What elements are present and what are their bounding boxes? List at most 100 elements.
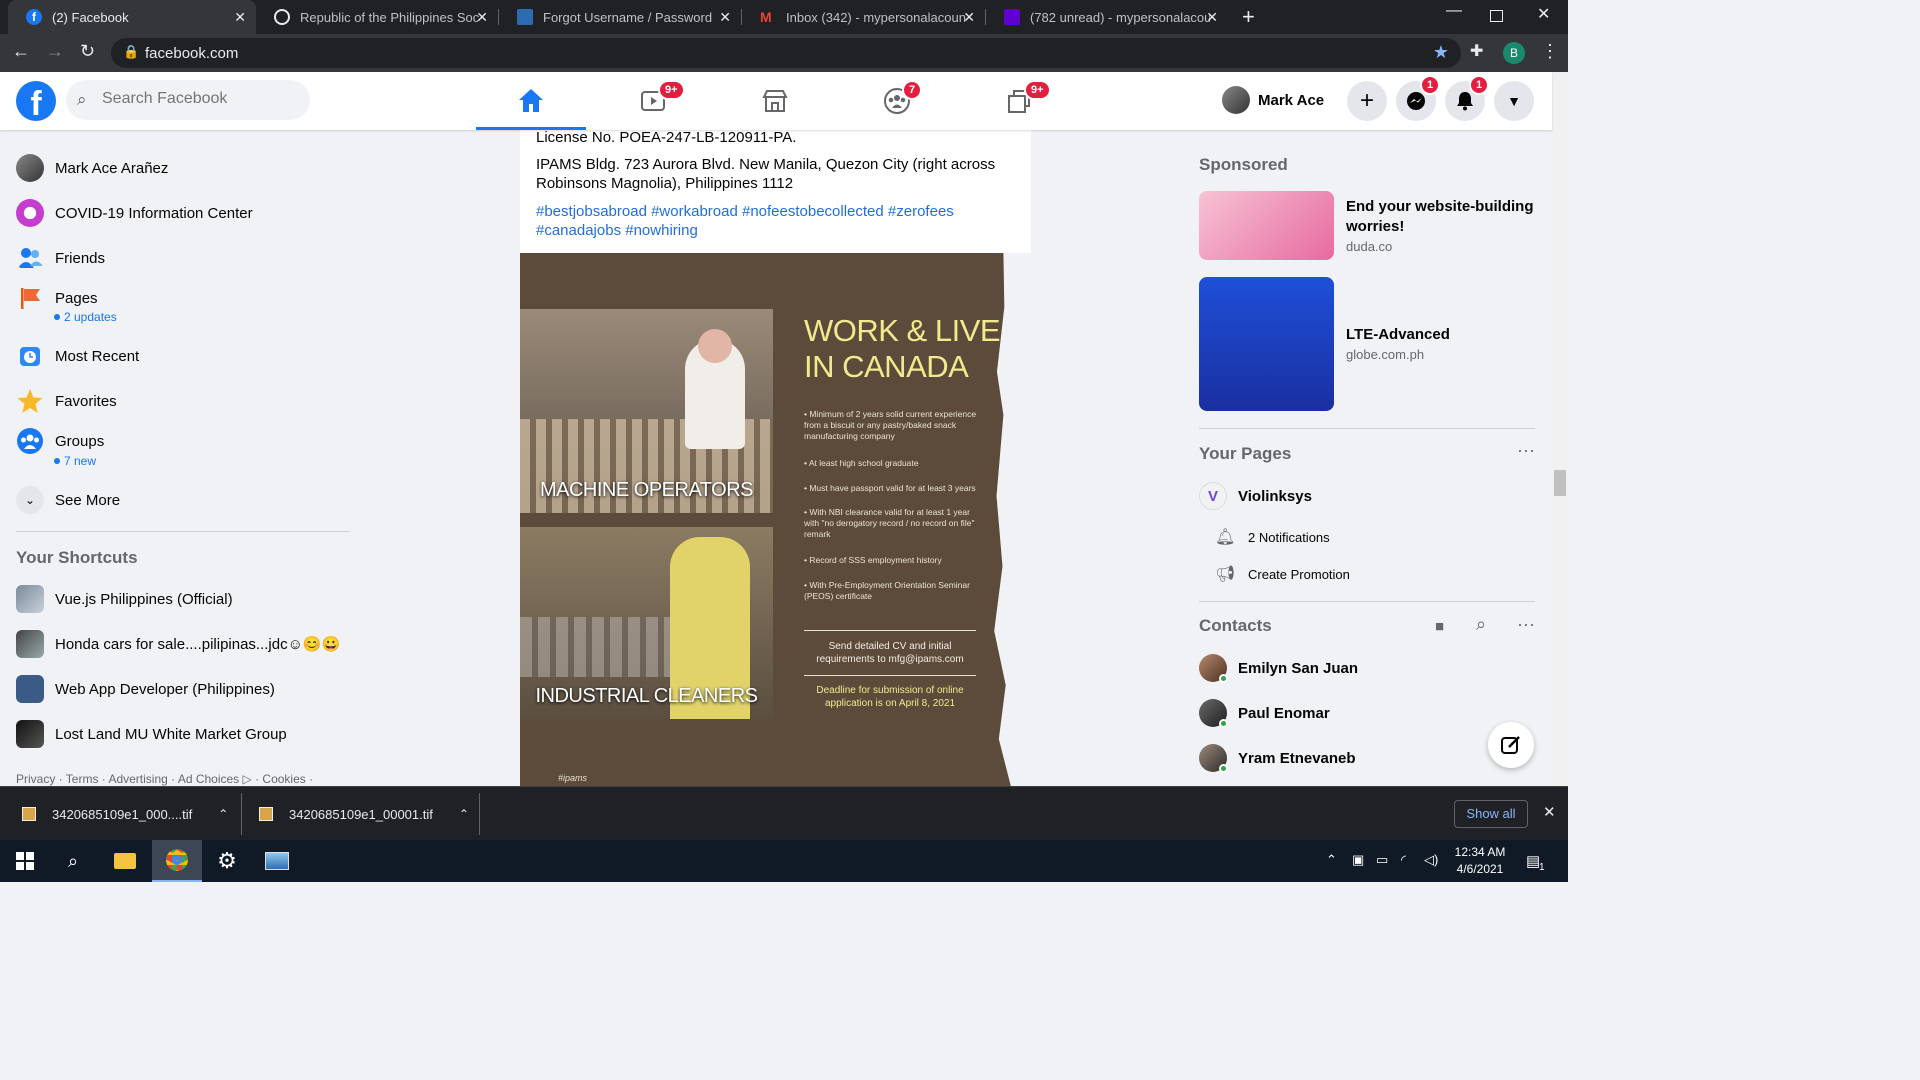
shortcut-item[interactable]: Web App Developer (Philippines) bbox=[16, 675, 275, 703]
close-tab-icon[interactable]: ✕ bbox=[234, 9, 246, 26]
close-tab-icon[interactable]: ✕ bbox=[719, 9, 731, 26]
sponsored-ad-globe[interactable]: LTE-Advanced globe.com.ph bbox=[1199, 277, 1450, 411]
tab-forgot-password[interactable]: Forgot Username / Password ✕ bbox=[499, 0, 741, 34]
groups-new[interactable]: 7 new bbox=[54, 454, 96, 468]
messenger-badge: 1 bbox=[1420, 75, 1441, 95]
create-promotion[interactable]: 📢︎ Create Promotion bbox=[1215, 564, 1350, 584]
sidebar-item-friends[interactable]: Friends bbox=[16, 244, 105, 272]
profile-shortcut[interactable]: Mark Ace bbox=[1222, 86, 1324, 114]
back-icon[interactable]: ← bbox=[12, 41, 30, 62]
forward-icon[interactable]: → bbox=[46, 41, 64, 62]
avatar bbox=[1222, 86, 1250, 114]
sidebar-item-groups[interactable]: Groups bbox=[16, 427, 104, 455]
sidebar-item-favorites[interactable]: Favorites bbox=[16, 387, 117, 415]
sidebar-item-pages[interactable]: Pages bbox=[16, 284, 98, 312]
browser-menu-icon[interactable]: ⋮ bbox=[1541, 41, 1559, 62]
search-contacts-icon[interactable]: ⌕ bbox=[1476, 614, 1486, 635]
maximize-icon[interactable] bbox=[1490, 10, 1503, 22]
sponsored-ad-duda[interactable]: End your website-building worries! duda.c… bbox=[1199, 191, 1535, 260]
tab-facebook[interactable]: f (2) Facebook ✕ bbox=[8, 0, 256, 34]
account-menu-button[interactable]: ▼ bbox=[1494, 81, 1534, 121]
bookmark-star-icon[interactable]: ★ bbox=[1433, 42, 1449, 63]
taskbar-search-icon[interactable]: ⌕ bbox=[48, 840, 98, 882]
sidebar-item-most-recent[interactable]: Most Recent bbox=[16, 342, 139, 370]
new-tab-icon[interactable]: + bbox=[1242, 4, 1255, 30]
wifi-icon[interactable]: ◜ bbox=[1401, 852, 1406, 868]
yahoo-mail-favicon-icon bbox=[1004, 9, 1020, 25]
chevron-up-icon[interactable]: ⌃ bbox=[218, 807, 228, 821]
messenger-button[interactable]: 1 bbox=[1396, 75, 1441, 121]
show-all-downloads-button[interactable]: Show all bbox=[1454, 800, 1528, 828]
group-thumbnail bbox=[16, 675, 44, 703]
sidebar-item-covid[interactable]: COVID-19 Information Center bbox=[16, 199, 253, 227]
close-tab-icon[interactable]: ✕ bbox=[476, 9, 488, 26]
requirement-text: Minimum of 2 years solid current experie… bbox=[804, 409, 977, 441]
page-notifications[interactable]: 🔔︎ 2 Notifications bbox=[1215, 527, 1330, 547]
shortcut-item[interactable]: Lost Land MU White Market Group bbox=[16, 720, 287, 748]
chevron-up-icon[interactable]: ⌃ bbox=[459, 807, 469, 821]
ad-domain: duda.co bbox=[1346, 239, 1393, 254]
nav-gaming[interactable]: 9+ bbox=[964, 72, 1074, 130]
facebook-logo-icon[interactable]: f bbox=[16, 81, 56, 121]
tab-yahoo-mail[interactable]: (782 unread) - mypersonalacount ✕ bbox=[986, 0, 1228, 34]
shortcut-item[interactable]: Vue.js Philippines (Official) bbox=[16, 585, 233, 613]
new-message-button[interactable] bbox=[1488, 722, 1534, 768]
pages-updates-label: 2 updates bbox=[64, 310, 117, 324]
page-scrollbar[interactable] bbox=[1552, 72, 1568, 786]
bell-outline-icon: 🔔︎ bbox=[1215, 529, 1236, 546]
taskbar-clock[interactable]: 12:34 AM 4/6/2021 bbox=[1448, 844, 1512, 878]
settings-gear-icon[interactable]: ⚙ bbox=[202, 840, 252, 882]
windows-start-icon[interactable] bbox=[0, 840, 50, 882]
create-button[interactable]: + bbox=[1347, 81, 1387, 121]
browser-tab-strip: f (2) Facebook ✕ Republic of the Philipp… bbox=[0, 0, 1568, 34]
nav-marketplace[interactable] bbox=[720, 72, 830, 130]
pages-updates[interactable]: 2 updates bbox=[54, 310, 117, 324]
contact-name: Yram Etnevaneb bbox=[1238, 749, 1356, 767]
nav-watch[interactable]: 9+ bbox=[598, 72, 708, 130]
nav-home[interactable] bbox=[476, 72, 586, 130]
notifications-button[interactable]: 1 bbox=[1445, 75, 1490, 121]
facebook-favicon-icon: f bbox=[26, 9, 42, 25]
avatar bbox=[16, 154, 44, 182]
extensions-puzzle-icon[interactable]: ✚ bbox=[1470, 41, 1483, 61]
more-options-icon[interactable]: ··· bbox=[1517, 614, 1535, 635]
minimize-icon[interactable]: — bbox=[1446, 2, 1462, 20]
search-input[interactable] bbox=[102, 90, 298, 108]
post-hashtags[interactable]: #bestjobsabroad #workabroad #nofeestobec… bbox=[536, 202, 986, 240]
page-item-violinksys[interactable]: V Violinksys bbox=[1199, 482, 1312, 510]
reload-icon[interactable]: ↻ bbox=[80, 41, 95, 62]
footer-links[interactable]: Privacy · Terms · Advertising · Ad Choic… bbox=[16, 772, 313, 786]
video-call-icon[interactable]: ■ bbox=[1435, 618, 1444, 635]
more-options-icon[interactable]: ··· bbox=[1517, 440, 1535, 461]
contact-item[interactable]: Yram Etnevaneb bbox=[1199, 744, 1356, 773]
search-box[interactable]: ⌕ bbox=[66, 80, 310, 120]
chevron-down-icon: ⌄ bbox=[16, 486, 44, 514]
download-item[interactable]: 3420685109e1_00001.tif ⌃ bbox=[259, 787, 469, 841]
nav-groups[interactable]: 7 bbox=[842, 72, 952, 130]
tab-sss[interactable]: Republic of the Philippines Social ✕ bbox=[256, 0, 498, 34]
close-downloads-icon[interactable]: ✕ bbox=[1543, 803, 1556, 821]
shortcut-item[interactable]: Honda cars for sale....pilipinas...jdc☺😊… bbox=[16, 630, 340, 658]
photos-app-icon[interactable] bbox=[252, 840, 302, 882]
download-item[interactable]: 3420685109e1_000....tif ⌃ bbox=[22, 787, 228, 841]
close-tab-icon[interactable]: ✕ bbox=[1206, 9, 1218, 26]
site-favicon-icon bbox=[517, 9, 533, 25]
close-tab-icon[interactable]: ✕ bbox=[963, 9, 975, 26]
file-explorer-icon[interactable] bbox=[100, 840, 150, 882]
close-window-icon[interactable]: ✕ bbox=[1537, 4, 1550, 24]
browser-profile-avatar[interactable]: B bbox=[1503, 42, 1525, 64]
scrollbar-thumb[interactable] bbox=[1554, 470, 1566, 496]
battery-icon[interactable]: ▭ bbox=[1376, 852, 1388, 868]
contact-item[interactable]: Paul Enomar bbox=[1199, 699, 1330, 728]
tray-chevron-up-icon[interactable]: ⌃ bbox=[1326, 852, 1337, 868]
post-image[interactable]: MACHINE OPERATORS INDUSTRIAL CLEANERS WO… bbox=[520, 253, 1031, 786]
tray-device-icon[interactable]: ▣ bbox=[1352, 852, 1364, 868]
sidebar-see-more[interactable]: ⌄ See More bbox=[16, 486, 120, 514]
tab-gmail[interactable]: M Inbox (342) - mypersonalacount4 ✕ bbox=[742, 0, 985, 34]
address-bar[interactable]: 🔒 facebook.com ★ bbox=[111, 38, 1461, 68]
sidebar-item-profile[interactable]: Mark Ace Arañez bbox=[16, 154, 168, 182]
contact-item[interactable]: Emilyn San Juan bbox=[1199, 654, 1358, 683]
volume-icon[interactable]: ◁) bbox=[1424, 852, 1438, 868]
chrome-taskbar-icon[interactable] bbox=[152, 840, 202, 882]
image-label-industrial-cleaners: INDUSTRIAL CLEANERS bbox=[535, 685, 758, 707]
